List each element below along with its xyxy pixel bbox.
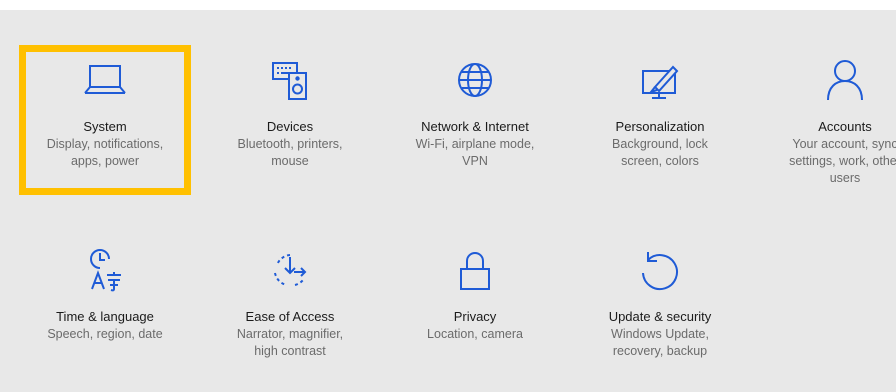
devices-icon xyxy=(265,55,315,105)
tile-network-internet[interactable]: Network & Internet Wi-Fi, airplane mode,… xyxy=(389,45,561,195)
tile-description: Speech, region, date xyxy=(47,327,163,341)
tile-title: Accounts xyxy=(818,119,872,134)
time-language-icon xyxy=(80,245,130,295)
tile-accounts[interactable]: Accounts Your account, sync settings, wo… xyxy=(759,45,896,195)
tile-description: Bluetooth, printers, mouse xyxy=(237,137,343,168)
tile-description: Background, lock screen, colors xyxy=(612,137,708,168)
settings-grid: System Display, notifications, apps, pow… xyxy=(0,10,896,392)
tile-title: Ease of Access xyxy=(245,309,335,324)
tile-title: Network & Internet xyxy=(421,119,529,134)
lock-icon xyxy=(450,245,500,295)
tile-title: Privacy xyxy=(453,309,497,324)
tile-time-language[interactable]: Time & language Speech, region, date xyxy=(19,235,191,385)
tile-devices[interactable]: Devices Bluetooth, printers, mouse xyxy=(204,45,376,195)
tile-ease-of-access[interactable]: Ease of Access Narrator, magnifier, high… xyxy=(204,235,376,385)
ease-of-access-icon xyxy=(265,245,315,295)
tile-title: System xyxy=(83,119,127,134)
tile-title: Personalization xyxy=(615,119,705,134)
tile-description: Your account, sync settings, work, other… xyxy=(789,137,896,185)
tile-title: Devices xyxy=(266,119,314,134)
tile-update-security[interactable]: Update & security Windows Update, recove… xyxy=(574,235,746,385)
refresh-icon xyxy=(635,245,685,295)
globe-icon xyxy=(450,55,500,105)
paintbrush-monitor-icon xyxy=(635,55,685,105)
tile-description: Location, camera xyxy=(427,327,523,341)
tile-description: Narrator, magnifier, high contrast xyxy=(236,327,344,358)
tile-personalization[interactable]: Personalization Background, lock screen,… xyxy=(574,45,746,195)
tile-privacy[interactable]: Privacy Location, camera xyxy=(389,235,561,385)
tile-description: Wi-Fi, airplane mode, VPN xyxy=(415,137,535,168)
laptop-icon xyxy=(80,55,130,105)
person-icon xyxy=(820,55,870,105)
tile-title: Time & language xyxy=(56,309,154,324)
tile-system[interactable]: System Display, notifications, apps, pow… xyxy=(19,45,191,195)
tile-description: Display, notifications, apps, power xyxy=(46,137,164,168)
tile-description: Windows Update, recovery, backup xyxy=(611,327,709,358)
tile-title: Update & security xyxy=(608,309,712,324)
